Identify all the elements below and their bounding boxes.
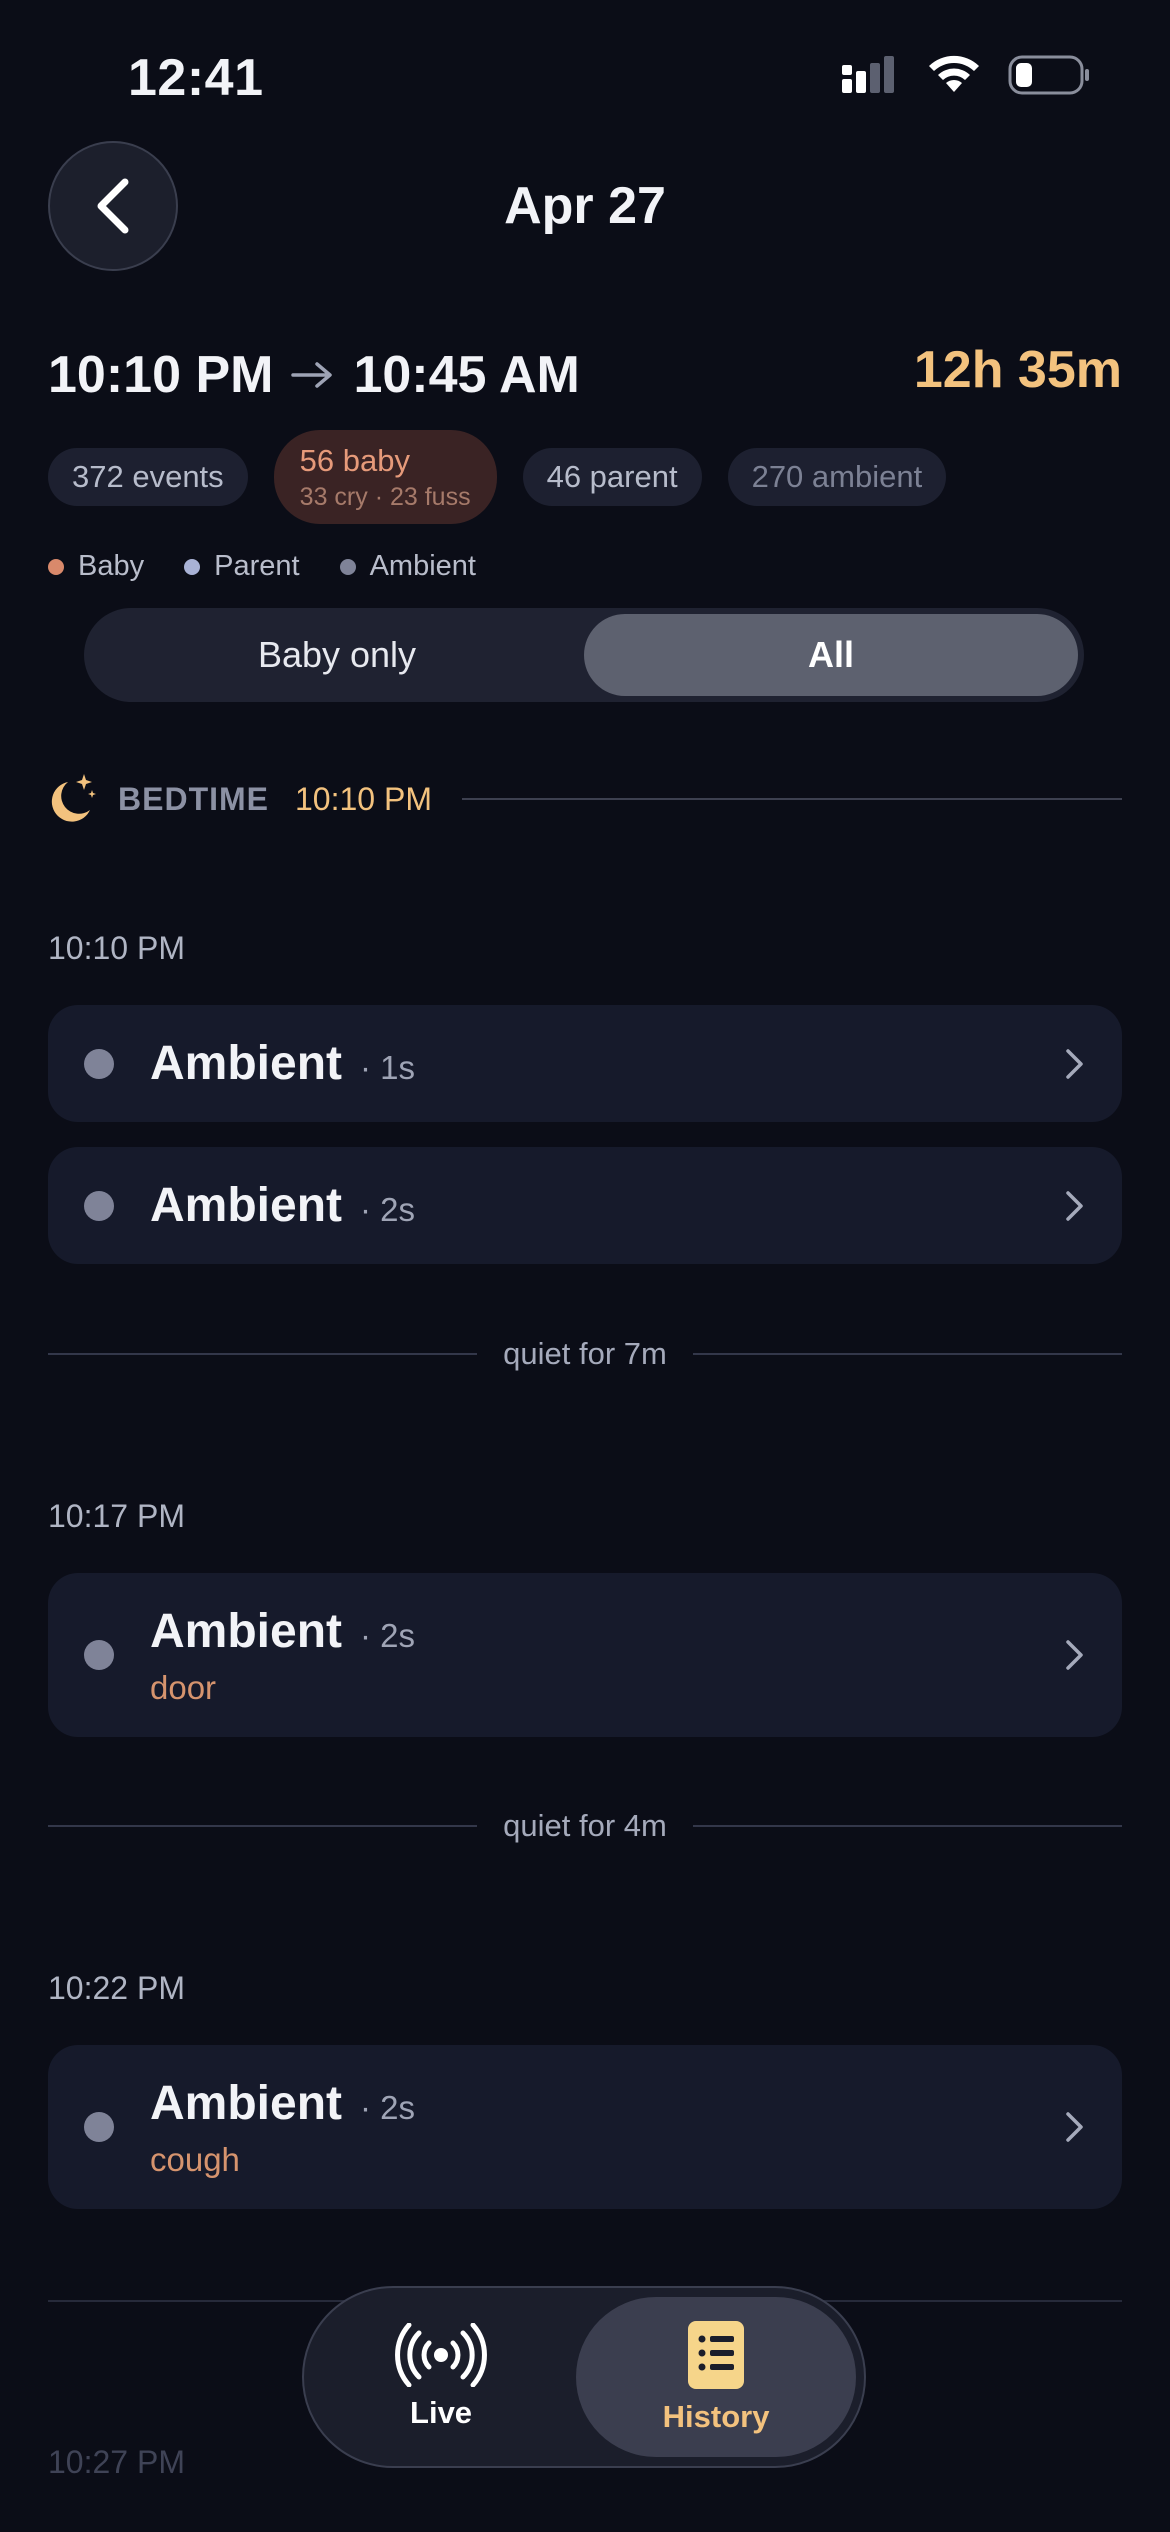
tab-live-label: Live xyxy=(410,2395,473,2430)
event-tag: cough xyxy=(150,2140,240,2178)
quiet-gap-divider: quiet for 7m xyxy=(48,1336,1123,1372)
legend-parent: Parent xyxy=(184,550,300,583)
legend-ambient: Ambient xyxy=(339,550,476,583)
section-time: 10:27 PM xyxy=(48,2444,185,2480)
legend-ambient-label: Ambient xyxy=(369,550,476,582)
parent-count-chip: 46 parent xyxy=(522,448,702,506)
event-duration: · 1s xyxy=(360,1049,416,1086)
quiet-gap-label: quiet for 4m xyxy=(503,1808,667,1843)
status-icons xyxy=(840,54,1090,96)
legend: Baby Parent Ambient xyxy=(48,550,476,583)
legend-baby: Baby xyxy=(48,550,144,583)
filter-segmented-control: Baby only All xyxy=(84,608,1084,702)
event-row[interactable]: Ambient · 2s door xyxy=(48,1573,1122,1737)
baby-count-label: 56 baby xyxy=(299,442,410,478)
divider-line xyxy=(692,1825,1123,1827)
baby-dot-icon xyxy=(48,558,64,575)
notebook-list-icon xyxy=(688,2321,745,2389)
ambient-dot-icon xyxy=(84,1640,114,1670)
summary-chips: 372 events 56 baby 33 cry · 23 fuss 46 p… xyxy=(48,430,947,524)
wifi-icon xyxy=(929,55,979,92)
start-time: 10:10 PM xyxy=(48,346,274,404)
baby-count-chip: 56 baby 33 cry · 23 fuss xyxy=(273,430,497,524)
status-time: 12:41 xyxy=(128,49,264,107)
legend-parent-label: Parent xyxy=(214,550,300,582)
event-duration: · 2s xyxy=(360,1616,416,1654)
page-title: Apr 27 xyxy=(504,177,666,235)
tab-live[interactable]: Live xyxy=(312,2297,570,2457)
section-time: 10:10 PM xyxy=(48,930,185,966)
ambient-dot-icon xyxy=(84,1190,114,1221)
filter-all[interactable]: All xyxy=(584,614,1078,696)
baby-breakdown-label: 33 cry · 23 fuss xyxy=(299,482,471,511)
broadcast-icon xyxy=(395,2323,487,2387)
filter-baby-only[interactable]: Baby only xyxy=(90,614,584,696)
tab-history-label: History xyxy=(662,2399,770,2434)
divider-line xyxy=(692,1353,1123,1355)
chevron-right-icon xyxy=(1066,1048,1083,1079)
event-row[interactable]: Ambient · 1s xyxy=(48,1005,1122,1122)
divider-line xyxy=(48,1825,478,1827)
end-time: 10:45 AM xyxy=(353,346,580,404)
legend-baby-label: Baby xyxy=(78,550,145,582)
quiet-gap-label: quiet for 7m xyxy=(503,1336,667,1371)
divider-line xyxy=(48,1353,478,1355)
bedtime-divider xyxy=(461,798,1122,800)
event-row[interactable]: Ambient · 2s xyxy=(48,1147,1122,1264)
bedtime-marker: BEDTIME 10:10 PM xyxy=(48,772,1122,826)
chevron-right-icon xyxy=(1066,1640,1083,1670)
event-title: Ambient xyxy=(150,1604,342,1658)
moon-stars-icon xyxy=(51,774,96,822)
section-time: 10:17 PM xyxy=(48,1498,185,1534)
ambient-dot-icon xyxy=(84,1048,114,1079)
quiet-gap-divider: quiet for 4m xyxy=(48,1808,1123,1844)
sleep-time-range: 10:10 PM 10:45 AM xyxy=(48,345,580,405)
cellular-signal-icon xyxy=(842,56,894,93)
event-duration: · 2s xyxy=(360,1191,416,1228)
chevron-right-icon xyxy=(1066,1190,1083,1221)
ambient-count-chip: 270 ambient xyxy=(727,448,947,506)
event-title: Ambient xyxy=(150,1037,342,1090)
event-tag: door xyxy=(150,1668,217,1706)
ambient-dot-icon xyxy=(84,2112,114,2142)
sleep-duration: 12h 35m xyxy=(913,341,1122,399)
tab-history[interactable]: History xyxy=(576,2297,856,2457)
tab-bar: Live History xyxy=(302,2286,866,2468)
events-count-chip: 372 events xyxy=(48,448,248,506)
event-duration: · 2s xyxy=(360,2088,416,2126)
parent-dot-icon xyxy=(184,558,201,575)
chevron-right-icon xyxy=(1066,2112,1083,2142)
arrow-right-icon xyxy=(291,362,333,388)
bedtime-time: 10:10 PM xyxy=(295,780,432,817)
event-row[interactable]: Ambient · 2s cough xyxy=(48,2045,1122,2209)
ambient-dot-icon xyxy=(339,558,356,575)
bedtime-label: BEDTIME xyxy=(118,780,269,817)
event-title: Ambient xyxy=(150,2076,342,2130)
event-title: Ambient xyxy=(150,1179,342,1232)
battery-icon xyxy=(1008,55,1089,95)
section-time: 10:22 PM xyxy=(48,1970,185,2006)
